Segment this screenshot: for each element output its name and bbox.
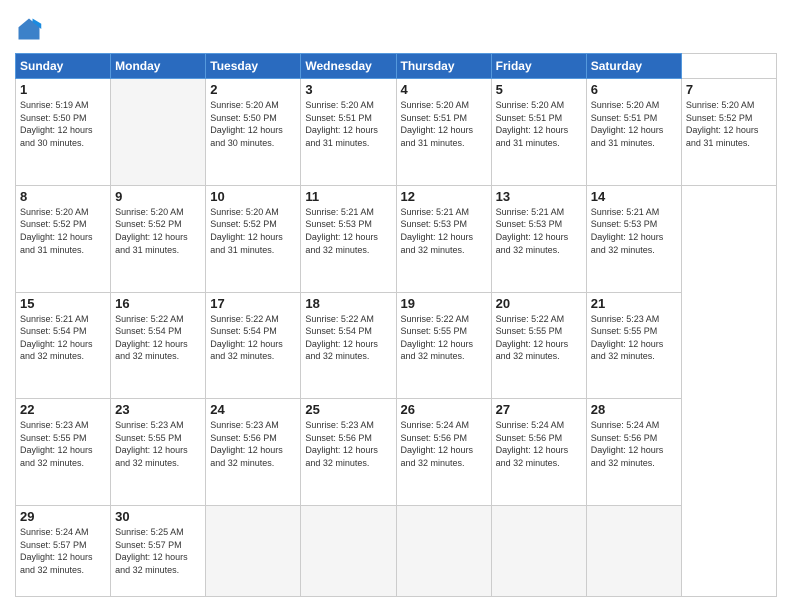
- table-row: 21Sunrise: 5:23 AMSunset: 5:55 PMDayligh…: [586, 292, 681, 399]
- week-row: 22Sunrise: 5:23 AMSunset: 5:55 PMDayligh…: [16, 399, 777, 506]
- table-row: 26Sunrise: 5:24 AMSunset: 5:56 PMDayligh…: [396, 399, 491, 506]
- table-row: 15Sunrise: 5:21 AMSunset: 5:54 PMDayligh…: [16, 292, 111, 399]
- calendar-header-row: SundayMondayTuesdayWednesdayThursdayFrid…: [16, 54, 777, 79]
- table-row: [301, 506, 396, 597]
- table-row: 11Sunrise: 5:21 AMSunset: 5:53 PMDayligh…: [301, 185, 396, 292]
- table-row: 7Sunrise: 5:20 AMSunset: 5:52 PMDaylight…: [681, 79, 776, 186]
- table-row: 2Sunrise: 5:20 AMSunset: 5:50 PMDaylight…: [206, 79, 301, 186]
- table-row: 20Sunrise: 5:22 AMSunset: 5:55 PMDayligh…: [491, 292, 586, 399]
- header: [15, 15, 777, 43]
- col-header-thursday: Thursday: [396, 54, 491, 79]
- table-row: 9Sunrise: 5:20 AMSunset: 5:52 PMDaylight…: [111, 185, 206, 292]
- table-row: 24Sunrise: 5:23 AMSunset: 5:56 PMDayligh…: [206, 399, 301, 506]
- table-row: 19Sunrise: 5:22 AMSunset: 5:55 PMDayligh…: [396, 292, 491, 399]
- table-row: [491, 506, 586, 597]
- col-header-wednesday: Wednesday: [301, 54, 396, 79]
- table-row: [396, 506, 491, 597]
- table-row: [111, 79, 206, 186]
- table-row: 29Sunrise: 5:24 AMSunset: 5:57 PMDayligh…: [16, 506, 111, 597]
- logo-icon: [15, 15, 43, 43]
- col-header-friday: Friday: [491, 54, 586, 79]
- table-row: 17Sunrise: 5:22 AMSunset: 5:54 PMDayligh…: [206, 292, 301, 399]
- table-row: 1Sunrise: 5:19 AMSunset: 5:50 PMDaylight…: [16, 79, 111, 186]
- table-row: 16Sunrise: 5:22 AMSunset: 5:54 PMDayligh…: [111, 292, 206, 399]
- table-row: 10Sunrise: 5:20 AMSunset: 5:52 PMDayligh…: [206, 185, 301, 292]
- table-row: 30Sunrise: 5:25 AMSunset: 5:57 PMDayligh…: [111, 506, 206, 597]
- col-header-monday: Monday: [111, 54, 206, 79]
- table-row: 25Sunrise: 5:23 AMSunset: 5:56 PMDayligh…: [301, 399, 396, 506]
- table-row: 12Sunrise: 5:21 AMSunset: 5:53 PMDayligh…: [396, 185, 491, 292]
- table-row: 28Sunrise: 5:24 AMSunset: 5:56 PMDayligh…: [586, 399, 681, 506]
- table-row: 5Sunrise: 5:20 AMSunset: 5:51 PMDaylight…: [491, 79, 586, 186]
- table-row: 22Sunrise: 5:23 AMSunset: 5:55 PMDayligh…: [16, 399, 111, 506]
- calendar-page: SundayMondayTuesdayWednesdayThursdayFrid…: [0, 0, 792, 612]
- calendar-table: SundayMondayTuesdayWednesdayThursdayFrid…: [15, 53, 777, 597]
- table-row: [206, 506, 301, 597]
- table-row: 3Sunrise: 5:20 AMSunset: 5:51 PMDaylight…: [301, 79, 396, 186]
- table-row: 18Sunrise: 5:22 AMSunset: 5:54 PMDayligh…: [301, 292, 396, 399]
- table-row: 14Sunrise: 5:21 AMSunset: 5:53 PMDayligh…: [586, 185, 681, 292]
- table-row: 23Sunrise: 5:23 AMSunset: 5:55 PMDayligh…: [111, 399, 206, 506]
- week-row: 29Sunrise: 5:24 AMSunset: 5:57 PMDayligh…: [16, 506, 777, 597]
- col-header-saturday: Saturday: [586, 54, 681, 79]
- table-row: 27Sunrise: 5:24 AMSunset: 5:56 PMDayligh…: [491, 399, 586, 506]
- week-row: 8Sunrise: 5:20 AMSunset: 5:52 PMDaylight…: [16, 185, 777, 292]
- table-row: [586, 506, 681, 597]
- col-header-sunday: Sunday: [16, 54, 111, 79]
- week-row: 15Sunrise: 5:21 AMSunset: 5:54 PMDayligh…: [16, 292, 777, 399]
- table-row: 6Sunrise: 5:20 AMSunset: 5:51 PMDaylight…: [586, 79, 681, 186]
- col-header-tuesday: Tuesday: [206, 54, 301, 79]
- table-row: 8Sunrise: 5:20 AMSunset: 5:52 PMDaylight…: [16, 185, 111, 292]
- table-row: 13Sunrise: 5:21 AMSunset: 5:53 PMDayligh…: [491, 185, 586, 292]
- table-row: 4Sunrise: 5:20 AMSunset: 5:51 PMDaylight…: [396, 79, 491, 186]
- logo: [15, 15, 47, 43]
- week-row: 1Sunrise: 5:19 AMSunset: 5:50 PMDaylight…: [16, 79, 777, 186]
